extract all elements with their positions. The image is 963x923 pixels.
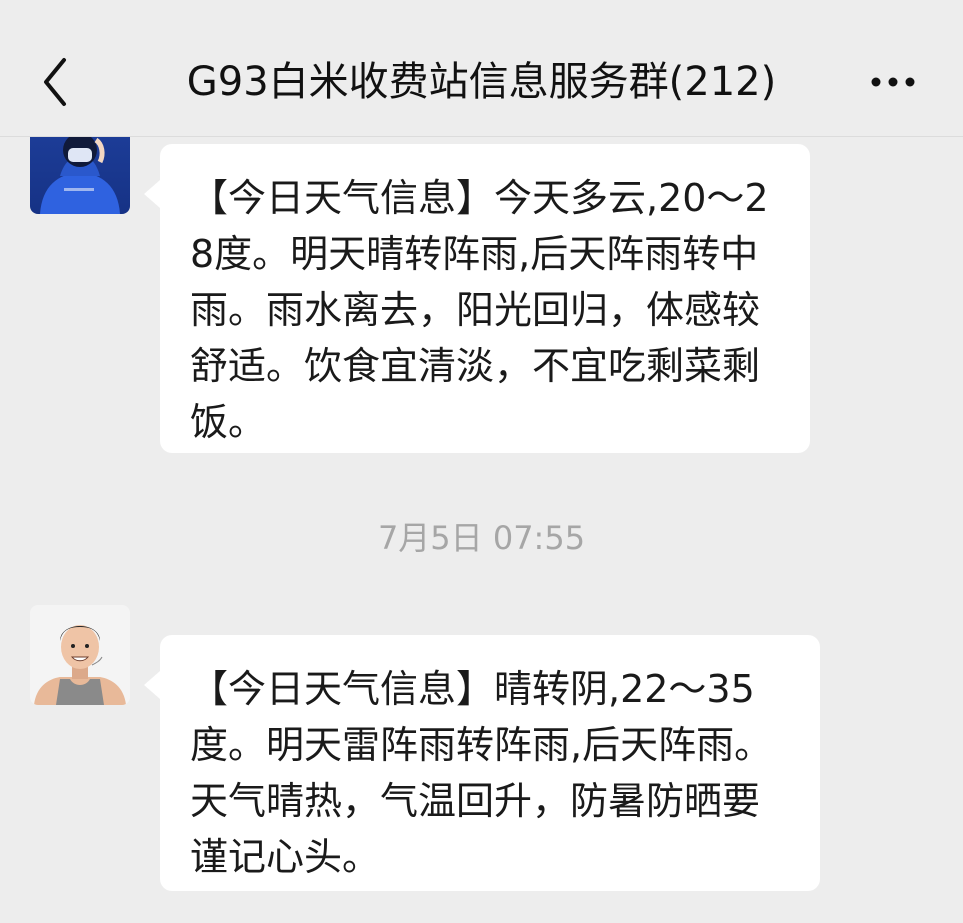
chat-area: 【今日天气信息】今天多云,20～28度。明天晴转阵雨,后天阵雨转中雨。雨水离去，… — [0, 0, 963, 923]
more-horizontal-icon — [871, 77, 915, 87]
avatar[interactable] — [30, 605, 130, 705]
message-text: 【今日天气信息】晴转阴,22～35度。明天雷阵雨转阵雨,后天阵雨。天气晴热，气温… — [190, 667, 773, 879]
chevron-left-icon — [44, 58, 66, 106]
chat-header: G93白米收费站信息服务群(212) — [0, 0, 963, 137]
back-button[interactable] — [30, 52, 80, 112]
message-timestamp: 7月5日 07:55 — [377, 519, 586, 557]
user-avatar-cartoon-man-icon — [30, 605, 130, 705]
chat-title: G93白米收费站信息服务群(212) — [186, 59, 777, 105]
more-options-button[interactable] — [862, 60, 924, 104]
message-bubble[interactable]: 【今日天气信息】晴转阴,22～35度。明天雷阵雨转阵雨,后天阵雨。天气晴热，气温… — [144, 635, 820, 891]
message-bubble[interactable]: 【今日天气信息】今天多云,20～28度。明天晴转阵雨,后天阵雨转中雨。雨水离去，… — [144, 144, 810, 453]
message-text: 【今日天气信息】今天多云,20～28度。明天晴转阵雨,后天阵雨转中雨。雨水离去，… — [190, 176, 769, 444]
